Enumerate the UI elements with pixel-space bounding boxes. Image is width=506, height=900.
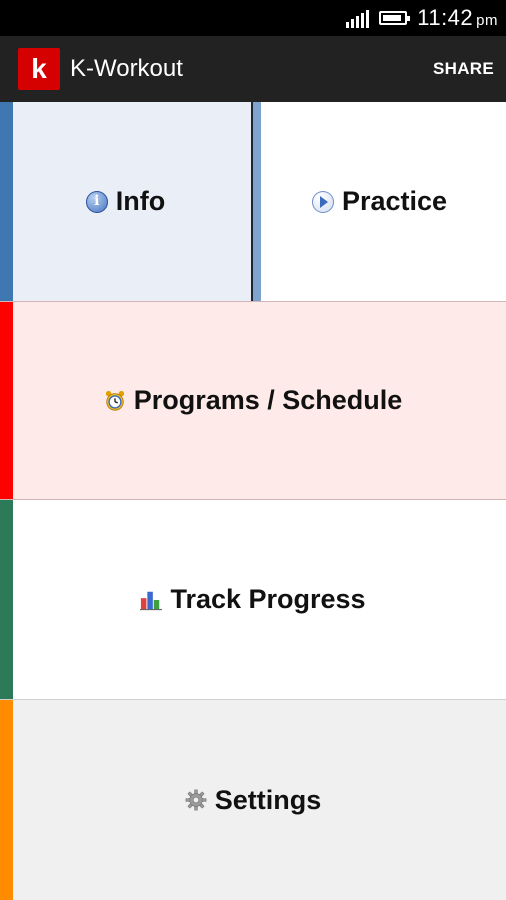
- practice-color-stripe: [253, 102, 261, 301]
- info-icon: [85, 190, 108, 213]
- alarm-clock-icon: [105, 390, 124, 411]
- track-label: Track Progress: [170, 584, 366, 614]
- practice-label: Practice: [341, 186, 448, 216]
- settings-label: Settings: [214, 784, 322, 815]
- battery-icon: [379, 11, 411, 25]
- gear-icon: [185, 789, 207, 811]
- info-color-stripe: [0, 102, 13, 301]
- play-icon: [311, 190, 334, 213]
- action-bar: k K-Workout SHARE: [0, 36, 506, 102]
- info-label: Info: [115, 186, 166, 216]
- programs-label-group: Programs / Schedule: [104, 385, 403, 416]
- status-bar: 11:42 pm: [0, 0, 506, 36]
- share-button[interactable]: SHARE: [433, 51, 494, 87]
- practice-tile[interactable]: Practice: [253, 102, 506, 301]
- app-title: K-Workout: [70, 55, 183, 82]
- clock-time: 11:42: [417, 5, 474, 30]
- signal-strength-icon: [346, 8, 370, 28]
- settings-color-stripe: [0, 700, 13, 900]
- programs-schedule-tile[interactable]: Programs / Schedule: [0, 301, 506, 500]
- programs-label: Programs / Schedule: [133, 385, 403, 415]
- track-color-stripe: [0, 500, 13, 699]
- settings-tile[interactable]: Settings: [0, 700, 506, 900]
- app-logo-icon[interactable]: k: [18, 48, 60, 90]
- track-label-group: Track Progress: [140, 584, 366, 615]
- clock: 11:42 pm: [417, 5, 498, 31]
- track-progress-tile[interactable]: Track Progress: [0, 500, 506, 700]
- status-indicators: 11:42 pm: [346, 0, 498, 36]
- info-label-group: Info: [85, 186, 166, 217]
- bar-chart-icon: [140, 591, 163, 610]
- practice-label-group: Practice: [311, 186, 448, 217]
- app-logo-letter: k: [31, 53, 47, 84]
- clock-ampm: pm: [476, 12, 498, 29]
- settings-label-group: Settings: [185, 784, 322, 816]
- info-tile[interactable]: Info: [0, 102, 253, 301]
- programs-color-stripe: [0, 302, 13, 499]
